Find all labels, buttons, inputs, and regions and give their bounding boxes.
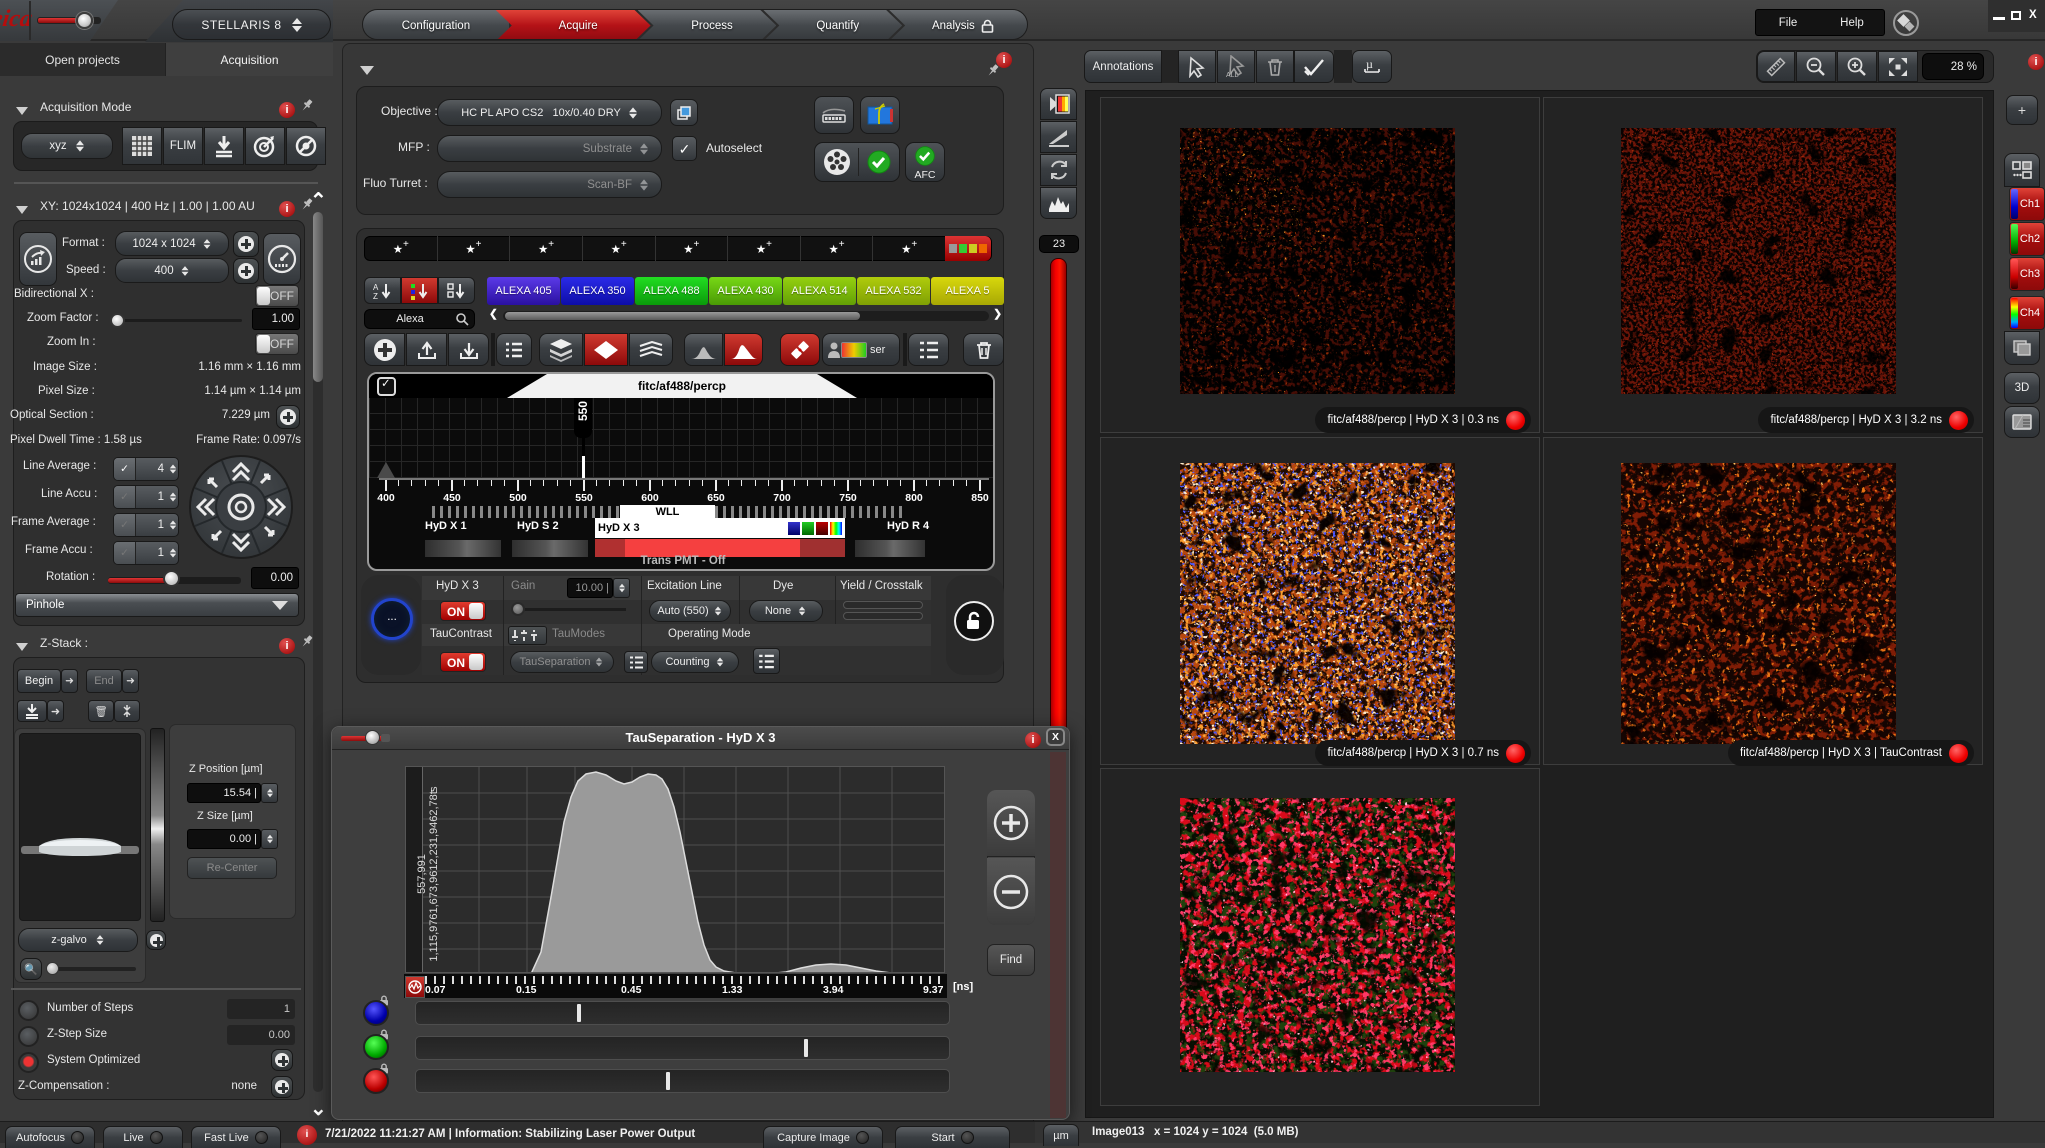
svg-text:A: A <box>373 283 379 292</box>
svg-text:µ: µ <box>1366 57 1373 71</box>
svg-text:ALL: ALL <box>1226 72 1239 79</box>
svg-text:Z: Z <box>373 292 378 300</box>
